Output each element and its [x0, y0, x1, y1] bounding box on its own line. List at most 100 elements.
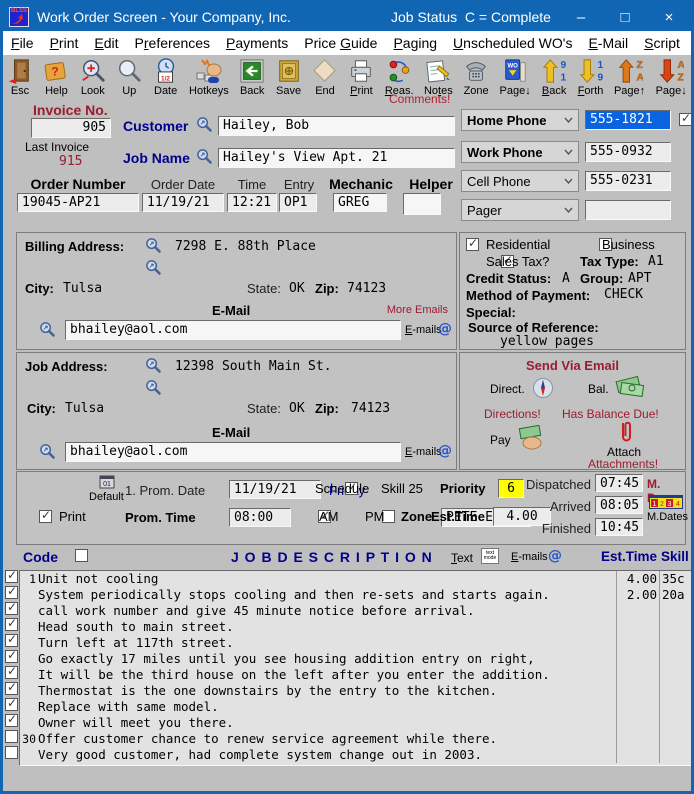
job-city-value[interactable]: Tulsa	[65, 401, 104, 416]
menu-item[interactable]: Remind	[688, 35, 691, 51]
row-checkbox[interactable]	[5, 664, 18, 679]
billing-city-value[interactable]: Tulsa	[63, 281, 102, 296]
more-emails-link[interactable]: More Emails	[387, 304, 448, 316]
billing-emails-link[interactable]: E-mails	[405, 324, 442, 336]
entry-field[interactable]: OP1	[279, 193, 317, 212]
job-state-value[interactable]: OK	[289, 401, 305, 416]
phone-type-dropdown-1[interactable]: Home Phone	[461, 109, 579, 131]
job-address2-lookup-icon[interactable]	[145, 379, 162, 396]
toolbar-end-button[interactable]: End	[312, 56, 338, 102]
cell-phone-field[interactable]: 555-0231	[585, 171, 671, 191]
row-checkbox[interactable]	[5, 746, 18, 759]
comments-indicator[interactable]: Comments!	[389, 92, 450, 106]
minimize-button[interactable]: –	[559, 3, 603, 31]
text-mode-icon[interactable]: text mode	[481, 548, 499, 564]
menu-item[interactable]: E-Mail	[580, 35, 636, 51]
arrived-field[interactable]: 08:05	[595, 496, 643, 514]
billing-email-field[interactable]: bhailey@aol.com	[65, 320, 401, 340]
job-description-row[interactable]: Replace with same model.	[20, 699, 691, 715]
row-checkbox[interactable]	[5, 616, 18, 631]
job-address-lookup-icon[interactable]	[145, 357, 162, 374]
invoice-number-field[interactable]: 905	[31, 118, 111, 138]
source-of-reference-value[interactable]: yellow pages	[500, 334, 594, 349]
job-description-row[interactable]: 1 Unit not cooling 4.00 35c	[20, 571, 691, 587]
dispatched-field[interactable]: 07:45	[595, 474, 643, 492]
pager-field[interactable]	[585, 200, 671, 220]
toolbar-zone-button[interactable]: Zone	[463, 56, 489, 102]
menu-item[interactable]: Script	[636, 35, 688, 51]
menu-item[interactable]: File	[3, 35, 42, 51]
job-description-row[interactable]: call work number and give 45 minute noti…	[20, 603, 691, 619]
mechanic-field[interactable]: GREG	[333, 193, 387, 212]
job-name-field[interactable]: Hailey's View Apt. 21	[218, 148, 455, 168]
home-phone-field[interactable]: 555-1821	[585, 110, 671, 130]
row-checkbox[interactable]	[5, 712, 18, 727]
work-phone-field[interactable]: 555-0932	[585, 142, 671, 162]
jobdesc-email-at-icon[interactable]: @	[548, 548, 562, 564]
toolbar-pagedown-az-button[interactable]: AZ Page↓	[656, 56, 687, 102]
credit-status-value[interactable]: A	[562, 271, 570, 286]
menu-item[interactable]: Price Guide	[296, 35, 385, 51]
billing-email-at-icon[interactable]: @	[438, 321, 452, 337]
pay-money-hand-icon[interactable]	[516, 425, 546, 451]
job-description-row[interactable]: 30 Offer customer chance to renew servic…	[20, 731, 691, 747]
customer-lookup-icon[interactable]	[196, 116, 213, 133]
row-checkbox[interactable]	[5, 632, 18, 647]
m-days-calendar-icon[interactable]: 1234	[649, 495, 683, 509]
prom-time-field[interactable]: 08:00	[229, 508, 291, 527]
job-description-row[interactable]: Owner will meet you there.	[20, 715, 691, 731]
menu-item[interactable]: Unscheduled WO's	[445, 35, 580, 51]
group-value[interactable]: APT	[628, 271, 651, 286]
row-checkbox[interactable]	[5, 584, 18, 599]
money-bills-icon[interactable]	[615, 373, 645, 399]
job-description-row[interactable]: Thermostat is the one downstairs by the …	[20, 683, 691, 699]
job-address-value[interactable]: 12398 South Main St.	[175, 359, 332, 374]
job-description-row[interactable]: Turn left at 117th street.	[20, 635, 691, 651]
menu-item[interactable]: Print	[42, 35, 87, 51]
menu-item[interactable]: Edit	[86, 35, 126, 51]
m-dates-label[interactable]: M.Dates	[647, 511, 688, 523]
toolbar-date-button[interactable]: 1/2 Date	[153, 56, 179, 102]
row-checkbox[interactable]	[5, 696, 18, 711]
toolbar-save-button[interactable]: Save	[276, 56, 302, 102]
job-description-row[interactable]: Head south to main street.	[20, 619, 691, 635]
jobdesc-emails-link[interactable]: E-mails	[511, 551, 548, 563]
default-date-icon[interactable]: 01	[99, 475, 115, 490]
compass-icon[interactable]	[532, 377, 554, 399]
home-phone-checkbox[interactable]	[679, 111, 691, 126]
job-email-lookup-icon[interactable]	[39, 443, 56, 460]
close-button[interactable]: ×	[647, 3, 691, 31]
row-checkbox[interactable]	[5, 730, 18, 743]
row-checkbox[interactable]	[5, 680, 18, 695]
residential-checkbox[interactable]	[466, 236, 479, 251]
menu-item[interactable]: Paging	[385, 35, 445, 51]
customer-field[interactable]: Hailey, Bob	[218, 116, 455, 136]
toolbar-hotkeys-button[interactable]: Hotkeys	[189, 56, 229, 102]
billing-address-value[interactable]: 7298 E. 88th Place	[175, 239, 316, 254]
menu-item[interactable]: Payments	[218, 35, 296, 51]
text-toggle[interactable]: Text	[451, 551, 473, 565]
job-description-row[interactable]: Go exactly 17 miles until you see housin…	[20, 651, 691, 667]
job-email-field[interactable]: bhailey@aol.com	[65, 442, 401, 462]
menu-item[interactable]: Preferences	[127, 35, 219, 51]
toolbar-up-button[interactable]: Up	[116, 56, 142, 102]
phone-type-dropdown-3[interactable]: Cell Phone	[461, 170, 579, 192]
toolbar-back-button[interactable]: Back	[239, 56, 265, 102]
billing-address-lookup-icon[interactable]	[145, 237, 162, 254]
directions-link[interactable]: Directions!	[484, 407, 541, 421]
toolbar-look-button[interactable]: Look	[80, 56, 106, 102]
job-name-lookup-icon[interactable]	[196, 148, 213, 165]
priority-field[interactable]: 6	[498, 479, 524, 498]
billing-email-lookup-icon[interactable]	[39, 321, 56, 338]
row-checkbox[interactable]	[5, 568, 18, 583]
job-email-at-icon[interactable]: @	[438, 443, 452, 459]
order-number-field[interactable]: 19045-AP21	[17, 193, 139, 212]
attachments-link[interactable]: Attachments!	[588, 457, 658, 471]
order-date-field[interactable]: 11/19/21	[142, 193, 224, 212]
toolbar-help-button[interactable]: ? Help	[43, 56, 69, 102]
phone-type-dropdown-4[interactable]: Pager	[461, 199, 579, 221]
row-checkbox[interactable]	[5, 600, 18, 615]
payment-method-value[interactable]: CHECK	[604, 287, 643, 302]
toolbar-esc-button[interactable]: Esc	[7, 56, 33, 102]
prom-date-field[interactable]: 11/19/21	[229, 480, 321, 499]
